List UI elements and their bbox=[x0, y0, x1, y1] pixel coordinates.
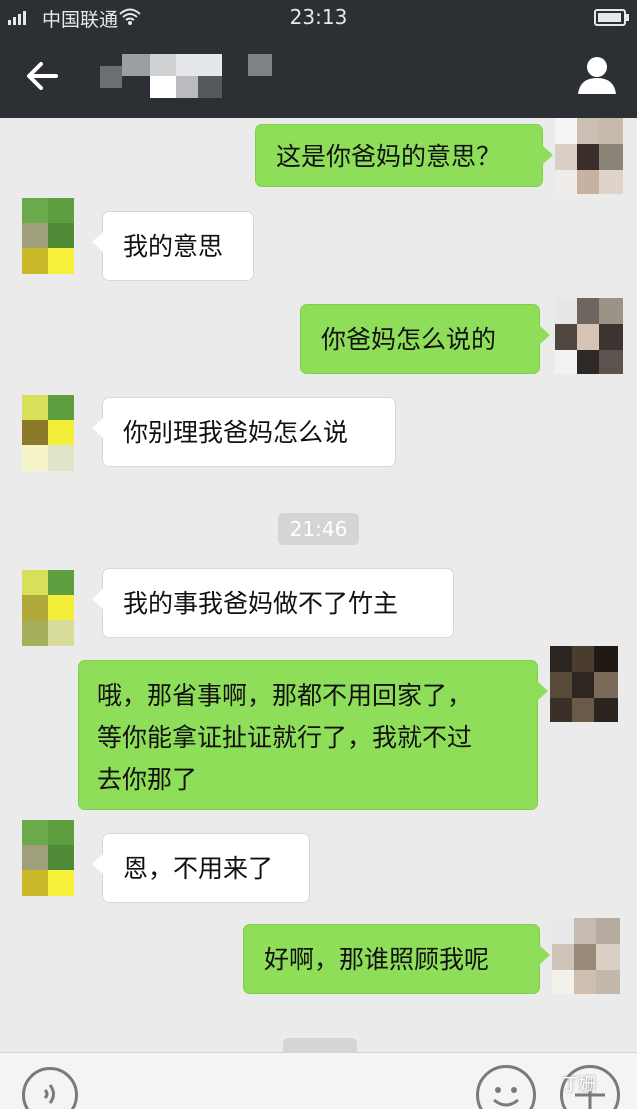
chat-header bbox=[0, 34, 637, 118]
message-text: 恩，不用来了 bbox=[123, 854, 274, 883]
clock: 23:13 bbox=[289, 5, 348, 29]
emoji-button[interactable] bbox=[476, 1065, 536, 1109]
back-button[interactable] bbox=[20, 54, 64, 98]
avatar-self[interactable] bbox=[550, 646, 618, 722]
person-icon bbox=[578, 57, 616, 94]
avatar-contact[interactable] bbox=[22, 820, 74, 896]
avatar-contact[interactable] bbox=[22, 395, 74, 471]
message-bubble-outgoing[interactable]: 好啊，那谁照顾我呢 bbox=[243, 924, 550, 994]
input-toolbar bbox=[0, 1052, 637, 1109]
message-text: 这是你爸妈的意思？ bbox=[276, 142, 502, 171]
voice-button[interactable] bbox=[22, 1067, 78, 1109]
avatar-self[interactable] bbox=[555, 118, 623, 194]
avatar-self[interactable] bbox=[555, 298, 623, 374]
message-text: 好啊，那谁照顾我呢 bbox=[264, 945, 490, 974]
voice-icon bbox=[43, 1084, 55, 1104]
timestamp-label: 21:46 bbox=[277, 513, 360, 545]
message-text: 我的事我爸妈做不了竹主 bbox=[123, 589, 399, 618]
message-bubble-incoming[interactable]: 恩，不用来了 bbox=[92, 833, 310, 903]
status-bar: 中国联通 23:13 bbox=[0, 0, 637, 34]
message-bubble-outgoing[interactable]: 这是你爸妈的意思？ bbox=[255, 124, 553, 187]
message-text: 我的意思 bbox=[123, 232, 224, 261]
profile-button[interactable] bbox=[574, 52, 620, 98]
battery-icon bbox=[594, 9, 626, 26]
avatar-contact[interactable] bbox=[22, 198, 74, 274]
avatar-self[interactable] bbox=[552, 918, 620, 994]
avatar-contact[interactable] bbox=[22, 570, 74, 646]
message-text-line: 等你能拿证扯证就行了，我就不过 bbox=[97, 723, 473, 752]
watermark: 丁姗 bbox=[562, 1075, 596, 1095]
message-bubble-incoming[interactable]: 我的意思 bbox=[92, 211, 254, 281]
message-text: 你爸妈怎么说的 bbox=[321, 325, 497, 354]
message-bubble-outgoing[interactable]: 哦，那省事啊，那都不用回家了， 等你能拿证扯证就行了，我就不过 去你那了 bbox=[78, 660, 548, 810]
message-text: 你别理我爸妈怎么说 bbox=[123, 418, 349, 447]
timestamp-divider-partial bbox=[283, 1038, 357, 1052]
message-text-line: 哦，那省事啊，那都不用回家了， bbox=[97, 681, 473, 710]
arrow-left-icon bbox=[27, 62, 58, 90]
emoji-icon bbox=[493, 1087, 519, 1107]
message-bubble-incoming[interactable]: 我的事我爸妈做不了竹主 bbox=[92, 568, 454, 638]
message-bubble-outgoing[interactable]: 你爸妈怎么说的 bbox=[300, 304, 550, 374]
contact-name-pixelated bbox=[100, 54, 272, 98]
message-bubble-incoming[interactable]: 你别理我爸妈怎么说 bbox=[92, 397, 396, 467]
message-text-line: 去你那了 bbox=[97, 765, 198, 794]
battery-tip bbox=[626, 14, 629, 21]
timestamp-divider: 21:46 bbox=[0, 513, 637, 545]
